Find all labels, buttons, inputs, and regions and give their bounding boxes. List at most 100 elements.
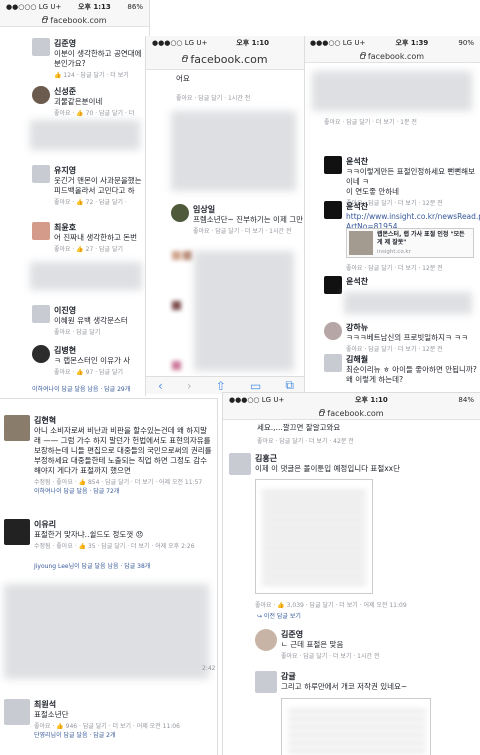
avatar[interactable] (32, 165, 50, 183)
blurred-image-text (262, 486, 366, 586)
view-replies-link[interactable]: 단영리님이 답글 달음 · 답글 2개 (34, 730, 216, 739)
address-bar[interactable]: facebook.com (146, 50, 304, 70)
status-bar: ●●○○○ LG U+ 오후 1:13 86% (0, 0, 149, 14)
comment-text: 부정하세요 대중들한테 노출되는 직업 하면 그정도 감수 (34, 456, 208, 465)
author-name[interactable]: 윤석찬 (346, 156, 479, 167)
avatar[interactable] (324, 201, 342, 219)
view-previous-replies[interactable]: ↪ 이전 답글 보기 (257, 611, 301, 620)
share-icon[interactable]: ⇧ (216, 379, 226, 393)
avatar[interactable] (255, 629, 277, 651)
carrier: ●●○○○ LG U+ (6, 3, 62, 11)
url-text: facebook.com (50, 15, 107, 25)
blurred-image-text (288, 704, 426, 754)
comment-text: 괴물같은분이네 (54, 97, 103, 106)
battery: 86% (127, 3, 143, 11)
comment-meta: 좋아요 · 답글 달기 · 더 보기 · 1시간 전 (281, 653, 380, 660)
bookmarks-icon[interactable]: ▭ (250, 379, 261, 393)
comment-text: 피드백올라서 고민다고 하 (54, 186, 135, 195)
author-name[interactable]: 강하뉴 (346, 322, 479, 333)
attached-image[interactable] (255, 479, 373, 594)
back-icon[interactable]: ‹ (158, 379, 163, 393)
clock: 오후 1:10 (355, 396, 388, 404)
lock-icon (42, 15, 49, 23)
comment-link[interactable]: http://www.insight.co.kr/newsRead.php? (346, 212, 480, 222)
author-name[interactable]: 이진영 (54, 305, 149, 316)
status-bar: ●●●○○ LG U+ 오후 1:10 (146, 36, 304, 50)
author-name[interactable]: 윤석찬 (346, 201, 479, 212)
comment: 임상일 프렘소년단~ 진부하기는 이제 그만 좋아요 · 답글 달기 · 더 보… (171, 204, 304, 235)
address-bar[interactable]: facebook.com (0, 14, 149, 27)
author-name[interactable]: 이유리 (34, 519, 216, 530)
comment-text: ㅋ 랩몬스터인 이유가 사 (54, 356, 131, 365)
author-name[interactable]: 김준영 (54, 38, 149, 49)
comment-meta: 좋아요 · 👍 3,039 · 답글 달기 · 더 보기 · 어제 오전 11:… (255, 602, 407, 609)
comment: 윤석찬 ㅋㅋ이렇게만든 표절인정하세요 뻔뻔해보이네 ㅋ 이 연도좋 안하네 좋… (324, 156, 479, 207)
link-thumbnail (349, 231, 373, 255)
view-replies-link[interactable]: 이하여나이 답글 달음 남음 · 답글 29개 (32, 384, 130, 393)
comment: 김해월 최순이리뉴 ㅎ 아이들 좋아하면 안됩니까? 왜 이렇게 하는데? (324, 354, 479, 385)
comment-text: 이 연도좋 안하네 (346, 187, 400, 196)
avatar[interactable] (32, 86, 50, 104)
address-bar[interactable]: facebook.com (223, 407, 480, 420)
comment-text: 이혜원 유백 생각문스터 (54, 316, 128, 325)
author-name[interactable]: 감귤 (281, 671, 479, 682)
view-replies-link[interactable]: 이하여나이 답글 달음 · 답글 72개 (34, 486, 216, 495)
tabs-icon[interactable]: ⧉ (285, 378, 294, 393)
comment-text: 해야지 게다가 표절까지 했으면 (34, 466, 131, 475)
avatar[interactable] (324, 322, 342, 340)
screenshot-1: ●●○○○ LG U+ 오후 1:13 86% facebook.com 김준영… (0, 0, 150, 395)
comment: 감귤 그리고 하루만에서 개코 저작권 있네요~ (255, 671, 479, 693)
attached-image[interactable] (281, 698, 431, 755)
comment: 김준영 ㄴ 근데 표절은 맞음 좋아요 · 답글 달기 · 더 보기 · 1시간… (255, 629, 479, 660)
author-name[interactable]: 최윤호 (54, 222, 149, 233)
address-bar[interactable]: facebook.com (304, 50, 480, 63)
comment-meta: 좋아요 · 답글 달기 · 더 보기 · 12분 전 (346, 346, 443, 353)
author-name[interactable]: 김홍근 (255, 453, 479, 464)
avatar[interactable] (32, 222, 50, 240)
avatar[interactable] (324, 156, 342, 174)
author-name[interactable]: 유지영 (54, 165, 149, 176)
blurred-avatar (171, 296, 182, 315)
avatar[interactable] (32, 38, 50, 56)
avatar[interactable] (324, 354, 342, 372)
blurred-avatar (171, 356, 182, 375)
avatar[interactable] (324, 276, 342, 294)
forward-icon[interactable]: › (187, 379, 192, 393)
author-name[interactable]: 김병현 (54, 345, 149, 356)
author-name[interactable]: 신성준 (54, 86, 149, 97)
comment-text: 세요.,...깔끄면 잘알고와요 (257, 423, 341, 432)
author-name[interactable]: 윤석찬 (346, 276, 479, 287)
status-bar: ●●●○○ LG U+ 오후 1:39 90% (304, 36, 480, 50)
avatar[interactable] (4, 415, 30, 441)
comment: 유지영 웃긴거 맨몬이 사과문을했는 피드백올라서 고민다고 하 좋아요 · 👍… (32, 165, 149, 206)
author-name[interactable]: 최원석 (34, 699, 216, 710)
avatar[interactable] (229, 453, 251, 475)
comment: 김홍근 이제 이 댓글은 몰이툰입 예정입니다 표절xx단 (229, 453, 479, 475)
comment-meta: 좋아요 · 답글 달기 · 1시간 전 (176, 95, 251, 102)
battery: 90% (458, 39, 474, 47)
timestamp: 2:42 (202, 665, 216, 672)
screenshot-5: ●●●○○ LG U+ 오후 1:10 84% facebook.com 세요.… (222, 392, 480, 755)
avatar[interactable] (4, 519, 30, 545)
url-text: facebook.com (367, 51, 425, 61)
comment-meta: 좋아요 · 👍 946 · 답글 달기 · 더 보기 · 어제 오전 11:06 (34, 723, 180, 730)
comment-meta: 좋아요 · 답글 달기 · 더 보기 · 42분 전 (257, 438, 354, 445)
comment-meta: 좋아요 · 👍 97 · 답글 달기 (54, 369, 124, 376)
author-name[interactable]: 김준영 (281, 629, 479, 640)
comment-text: 프렘소년단~ 진부하기는 이제 그만 (193, 215, 304, 224)
author-name[interactable]: 임상일 (193, 204, 304, 215)
link-preview-card[interactable]: 랩몬스터, 랩 가사 표절 인정 "모든 게 제 잘못" insight.co.… (346, 228, 474, 258)
author-name[interactable]: 김현혁 (34, 415, 216, 426)
carrier: ●●●○○ LG U+ (310, 39, 366, 47)
lock-icon (182, 55, 189, 62)
author-name[interactable]: 김해월 (346, 354, 479, 365)
avatar[interactable] (32, 305, 50, 323)
avatar[interactable] (32, 345, 50, 363)
avatar[interactable] (4, 699, 30, 725)
view-replies-link[interactable]: Jiyoung Lee님이 답글 달음 남음 · 답글 38개 (34, 561, 150, 570)
comment-text: 그리고 하루만에서 개코 저작권 있네요~ (281, 682, 408, 691)
comment-meta: 좋아요 · 답글 달기 (54, 329, 101, 336)
avatar[interactable] (171, 204, 189, 222)
comment-text: 어요 (176, 74, 190, 83)
avatar[interactable] (255, 671, 277, 693)
